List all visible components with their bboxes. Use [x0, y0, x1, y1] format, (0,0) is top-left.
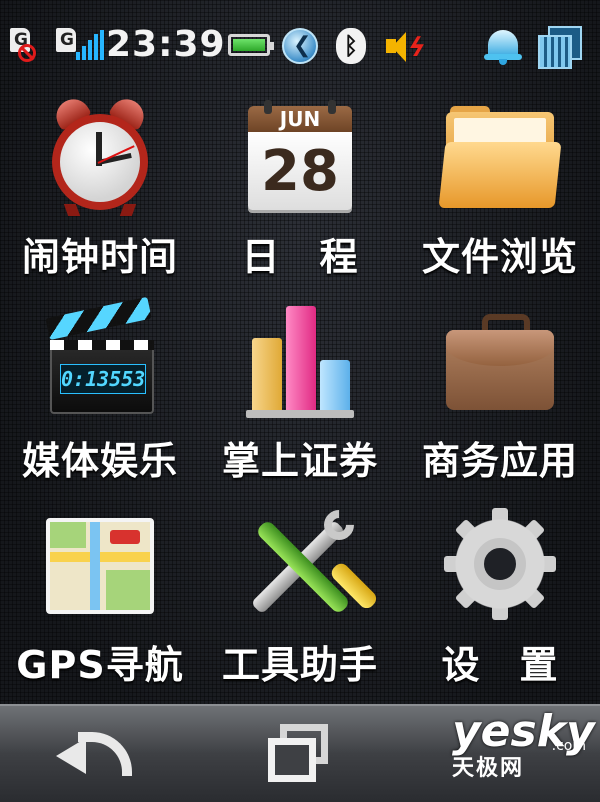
app-file-browser[interactable]: 文件浏览	[400, 92, 600, 282]
app-stocks[interactable]: 掌上证券	[200, 296, 400, 486]
map-icon	[40, 504, 160, 624]
app-label: 文件浏览	[421, 235, 578, 279]
app-label: 日 程	[241, 235, 359, 279]
app-gps[interactable]: GPS寻航	[0, 500, 200, 690]
alarm-clock-icon	[40, 93, 160, 216]
briefcase-icon	[440, 300, 560, 420]
sync-icon	[282, 28, 318, 64]
app-label: 工具助手	[221, 643, 378, 687]
status-clock: 23:39	[106, 24, 226, 65]
gear-icon	[440, 504, 560, 624]
bar-chart-icon	[240, 300, 360, 420]
sim-disabled-icon: G	[10, 28, 36, 62]
app-label: 闹钟时间	[21, 235, 178, 279]
app-calendar[interactable]: JUN 28 日 程	[200, 92, 400, 282]
tools-icon	[240, 503, 380, 624]
app-business[interactable]: 商务应用	[400, 296, 600, 486]
battery-icon	[228, 34, 274, 56]
watermark-logo: yesky .com 天极网	[452, 706, 595, 782]
app-settings[interactable]: 设 置	[400, 500, 600, 690]
back-arrow-icon	[78, 732, 132, 776]
status-bar: G G 23:39 ᛒ ϟ	[0, 18, 600, 80]
alarm-bell-icon	[484, 28, 524, 65]
media-counter: 0:13553	[60, 364, 146, 394]
sim-card-icon: G	[56, 28, 78, 62]
calendar-status-icon	[538, 26, 582, 69]
bluetooth-icon: ᛒ	[336, 28, 366, 64]
app-label: 掌上证券	[221, 439, 378, 483]
app-alarm-clock[interactable]: 闹钟时间	[0, 92, 200, 282]
app-media[interactable]: 0:13553 媒体娱乐	[0, 296, 200, 486]
speaker-icon: ϟ	[384, 30, 429, 64]
back-button[interactable]	[52, 724, 142, 784]
calendar-icon: JUN 28	[240, 96, 360, 216]
app-label: 商务应用	[421, 439, 578, 483]
app-label: 设 置	[441, 643, 559, 687]
switch-windows-button[interactable]	[262, 724, 338, 784]
clapperboard-icon: 0:13553	[40, 296, 160, 420]
app-grid: 闹钟时间 JUN 28 日 程 文件浏览 0:13553 媒体娱乐 掌上证券 商…	[0, 92, 600, 692]
signal-strength-icon	[76, 30, 104, 60]
folder-icon	[438, 96, 562, 216]
app-tools[interactable]: 工具助手	[200, 500, 400, 690]
phone-screen: G G 23:39 ᛒ ϟ 闹	[0, 0, 600, 802]
calendar-day: 28	[248, 132, 352, 210]
app-label: 媒体娱乐	[21, 439, 178, 483]
app-label: GPS寻航	[16, 643, 184, 687]
